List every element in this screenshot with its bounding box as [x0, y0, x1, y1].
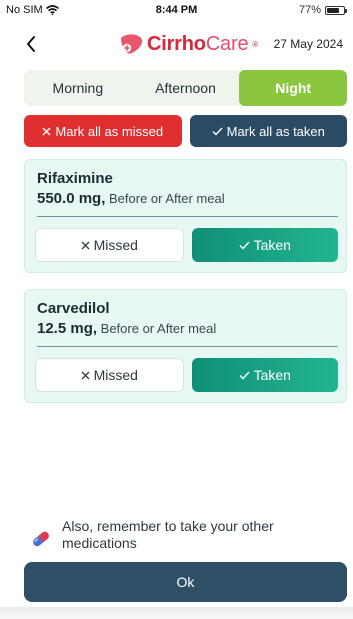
ok-button[interactable]: Ok [24, 562, 347, 602]
app-logo: CirrhoCare ® [118, 32, 258, 56]
x-icon [81, 241, 90, 249]
medication-name: Carvedilol [37, 300, 110, 317]
battery-icon [325, 5, 347, 15]
card-divider [37, 216, 338, 217]
chevron-left-icon [27, 36, 35, 52]
tab-morning[interactable]: Morning [24, 70, 132, 106]
pill-capsule-icon [33, 531, 49, 547]
medication-card: Carvedilol 12.5 mg, Before or After meal… [24, 289, 347, 403]
mark-all-taken-label: Mark all as taken [226, 123, 325, 139]
missed-button[interactable]: Missed [35, 358, 184, 392]
status-right: 77% [298, 4, 347, 16]
taken-label: Taken [253, 367, 291, 383]
medication-actions: Missed Taken [35, 358, 338, 392]
bulk-actions: Mark all as missed Mark all as taken [24, 115, 347, 147]
medication-card: Rifaximine 550.0 mg, Before or After mea… [24, 159, 347, 273]
logo-text-care: Care [205, 32, 249, 55]
x-icon [42, 127, 51, 135]
missed-label: Missed [93, 367, 138, 383]
missed-button[interactable]: Missed [35, 228, 184, 262]
mark-all-missed-label: Mark all as missed [55, 123, 164, 139]
taken-button[interactable]: Taken [191, 358, 338, 392]
tab-night[interactable]: Night [239, 70, 347, 106]
liver-icon [121, 34, 143, 54]
mark-all-taken-button[interactable]: Mark all as taken [189, 115, 347, 147]
taken-label: Taken [253, 237, 291, 253]
reminder-line-1: Also, remember to take your other [62, 518, 274, 534]
medication-timing: Before or After meal [109, 191, 225, 206]
taken-button[interactable]: Taken [191, 228, 338, 262]
check-icon [239, 371, 250, 379]
reminder-text: Also, remember to take your other medica… [62, 518, 274, 552]
header-date: 27 May 2024 [273, 37, 343, 51]
medication-timing: Before or After meal [100, 321, 217, 336]
header: CirrhoCare ® 27 May 2024 [0, 26, 353, 66]
battery-fill [327, 7, 339, 13]
battery-percent: 77% [298, 4, 321, 16]
back-button[interactable] [20, 32, 44, 56]
tab-afternoon[interactable]: Afternoon [132, 70, 240, 106]
x-icon [81, 371, 90, 379]
medication-dose-line: 12.5 mg, Before or After meal [37, 320, 216, 337]
reminder: Also, remember to take your other medica… [30, 518, 330, 558]
status-bar: No SIM 8:44 PM 77% [0, 0, 353, 22]
reminder-line-2: medications [62, 535, 137, 551]
logo-text-cirrho: Cirrho [147, 32, 206, 55]
bottom-shade [0, 607, 353, 619]
logo-text: CirrhoCare [147, 32, 249, 56]
missed-label: Missed [93, 237, 138, 253]
medication-dose-line: 550.0 mg, Before or After meal [37, 190, 225, 207]
medication-dose: 550.0 mg, [37, 190, 106, 207]
card-divider [37, 346, 338, 347]
mark-all-missed-button[interactable]: Mark all as missed [24, 115, 182, 147]
medication-name: Rifaximine [37, 170, 113, 187]
logo-registered-mark: ® [252, 39, 259, 49]
check-icon [212, 127, 223, 136]
medication-dose: 12.5 mg, [37, 320, 98, 337]
check-icon [239, 241, 250, 249]
medication-actions: Missed Taken [35, 228, 338, 262]
shift-tabs: Morning Afternoon Night [24, 70, 347, 106]
